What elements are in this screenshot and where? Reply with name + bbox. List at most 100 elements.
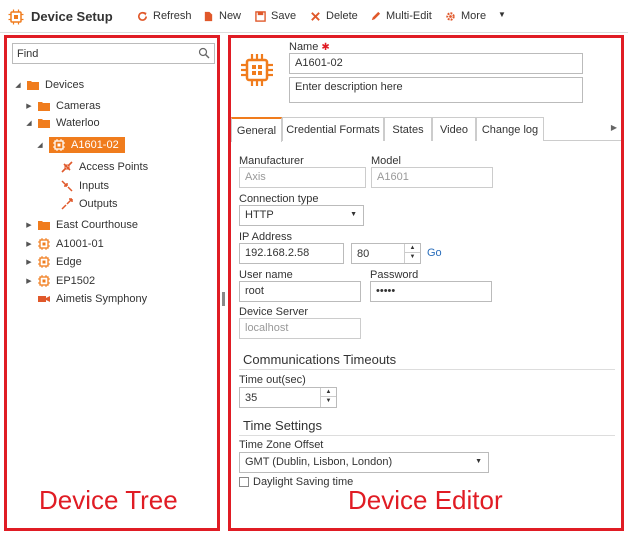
tree-node-label: Devices xyxy=(45,79,85,91)
save-icon xyxy=(255,10,266,22)
multi-edit-button[interactable]: Multi-Edit xyxy=(370,10,432,22)
tree-node-label: Inputs xyxy=(79,180,109,192)
selected-node-highlight[interactable]: A1601-02 xyxy=(49,137,125,153)
save-label: Save xyxy=(271,10,297,22)
folder-icon xyxy=(38,119,50,128)
device-chip-icon xyxy=(241,54,273,86)
folder-icon xyxy=(38,102,50,111)
comm-timeouts-heading: Communications Timeouts xyxy=(243,352,397,367)
device-server-label: Device Server xyxy=(239,306,309,318)
camera-icon xyxy=(38,296,50,302)
model-label: Model xyxy=(371,155,401,167)
spin-up-icon[interactable]: ▲ xyxy=(321,388,336,397)
gear-icon xyxy=(446,11,455,21)
outputs-icon xyxy=(61,198,73,210)
inputs-icon xyxy=(61,180,73,192)
more-label: More xyxy=(461,10,487,22)
find-input[interactable] xyxy=(13,44,183,63)
tab-video[interactable]: Video xyxy=(432,117,476,141)
timeout-stepper[interactable]: 35 ▲ ▼ xyxy=(239,387,337,408)
folder-icon xyxy=(38,221,50,230)
port-value: 80 xyxy=(357,248,370,260)
tree-node-a1601-02[interactable]: ◢ A1601-02 xyxy=(35,136,125,154)
tree-node-label: EP1502 xyxy=(56,275,96,287)
tree-node-label: Aimetis Symphony xyxy=(56,293,148,305)
app-title: Device Setup xyxy=(31,9,113,24)
port-spin-buttons: ▲ ▼ xyxy=(404,244,420,263)
search-icon[interactable] xyxy=(198,47,210,59)
tab-general[interactable]: General xyxy=(231,117,282,142)
description-input[interactable]: Enter description here xyxy=(289,77,583,103)
tree-node-outputs[interactable]: Outputs xyxy=(61,195,118,213)
connection-type-value: HTTP xyxy=(245,209,274,221)
spin-down-icon[interactable]: ▼ xyxy=(321,397,336,406)
timeout-value: 35 xyxy=(245,392,258,404)
manufacturer-field: Axis xyxy=(239,167,366,188)
tab-scroll-right-icon[interactable]: ▶ xyxy=(611,123,617,132)
port-stepper[interactable]: 80 ▲ ▼ xyxy=(351,243,421,264)
timezone-select[interactable]: GMT (Dublin, Lisbon, London) ▼ xyxy=(239,452,489,473)
dst-label: Daylight Saving time xyxy=(253,476,354,488)
delete-label: Delete xyxy=(326,10,358,22)
expanded-caret-icon[interactable]: ◢ xyxy=(24,119,34,127)
tree-node-waterloo[interactable]: ◢ Waterloo xyxy=(24,114,99,132)
section-divider xyxy=(239,435,615,436)
password-input[interactable]: ••••• xyxy=(370,281,492,302)
device-chip-icon xyxy=(53,139,65,151)
find-box[interactable] xyxy=(12,43,215,64)
collapsed-caret-icon[interactable]: ▶ xyxy=(24,277,34,285)
tab-states[interactable]: States xyxy=(384,117,432,141)
go-link[interactable]: Go xyxy=(427,247,442,259)
tree-node-label: Edge xyxy=(56,256,82,268)
new-label: New xyxy=(219,10,242,22)
tree-node-a1001-01[interactable]: ▶ A1001-01 xyxy=(24,235,104,253)
collapsed-caret-icon[interactable]: ▶ xyxy=(24,258,34,266)
spin-down-icon[interactable]: ▼ xyxy=(405,253,420,262)
ip-address-input[interactable]: 192.168.2.58 xyxy=(239,243,344,264)
collapsed-caret-icon[interactable]: ▶ xyxy=(24,240,34,248)
device-editor-panel: Name ✱ A1601-02 Enter description here G… xyxy=(228,35,624,531)
expanded-caret-icon[interactable]: ◢ xyxy=(13,81,23,89)
device-tree-panel: ◢ Devices ▶ Cameras ◢ Waterloo ◢ A1601-0… xyxy=(4,35,220,531)
tree-node-label: A1001-01 xyxy=(56,238,104,250)
tree-node-access-points[interactable]: Access Points xyxy=(61,158,148,176)
tree-node-east-courthouse[interactable]: ▶ East Courthouse xyxy=(24,216,138,234)
overflow-dropdown-button[interactable]: ▼ xyxy=(498,10,506,19)
tree-node-aimetis-symphony[interactable]: Aimetis Symphony xyxy=(38,290,147,308)
device-chip-icon xyxy=(8,9,24,25)
dst-checkbox[interactable] xyxy=(239,477,249,487)
new-button[interactable]: New xyxy=(203,10,241,22)
collapsed-caret-icon[interactable]: ▶ xyxy=(24,102,34,110)
tree-node-label: Outputs xyxy=(79,198,118,210)
device-server-field: localhost xyxy=(239,318,361,339)
tab-change-log[interactable]: Change log xyxy=(476,117,544,141)
toolbar: Device Setup Refresh New Save Delete Mul… xyxy=(0,0,628,33)
username-input[interactable]: root xyxy=(239,281,361,302)
panel-splitter[interactable] xyxy=(222,292,225,306)
save-button[interactable]: Save xyxy=(255,10,296,22)
expanded-caret-icon[interactable]: ◢ xyxy=(35,141,45,149)
connection-type-select[interactable]: HTTP ▼ xyxy=(239,205,364,226)
tree-node-edge[interactable]: ▶ Edge xyxy=(24,253,82,271)
name-label-text: Name xyxy=(289,41,319,53)
caret-down-icon: ▼ xyxy=(498,10,506,19)
refresh-label: Refresh xyxy=(153,10,192,22)
tree-node-cameras[interactable]: ▶ Cameras xyxy=(24,97,101,115)
access-point-icon xyxy=(61,161,73,173)
spin-up-icon[interactable]: ▲ xyxy=(405,244,420,253)
required-asterisk-icon: ✱ xyxy=(321,42,330,53)
tab-credential-formats[interactable]: Credential Formats xyxy=(282,117,384,141)
tree-node-inputs[interactable]: Inputs xyxy=(61,177,109,195)
new-file-icon xyxy=(204,11,213,21)
tree-node-ep1502[interactable]: ▶ EP1502 xyxy=(24,272,95,290)
tree-node-label: East Courthouse xyxy=(56,219,138,231)
tree-node-label: Cameras xyxy=(56,100,101,112)
refresh-icon xyxy=(138,11,147,21)
editor-tabs: General Credential Formats States Video … xyxy=(231,117,621,142)
delete-button[interactable]: Delete xyxy=(310,10,358,22)
more-button[interactable]: More xyxy=(445,10,486,22)
name-input[interactable]: A1601-02 xyxy=(289,53,583,74)
collapsed-caret-icon[interactable]: ▶ xyxy=(24,221,34,229)
tree-node-devices[interactable]: ◢ Devices xyxy=(13,76,84,94)
refresh-button[interactable]: Refresh xyxy=(137,10,192,22)
